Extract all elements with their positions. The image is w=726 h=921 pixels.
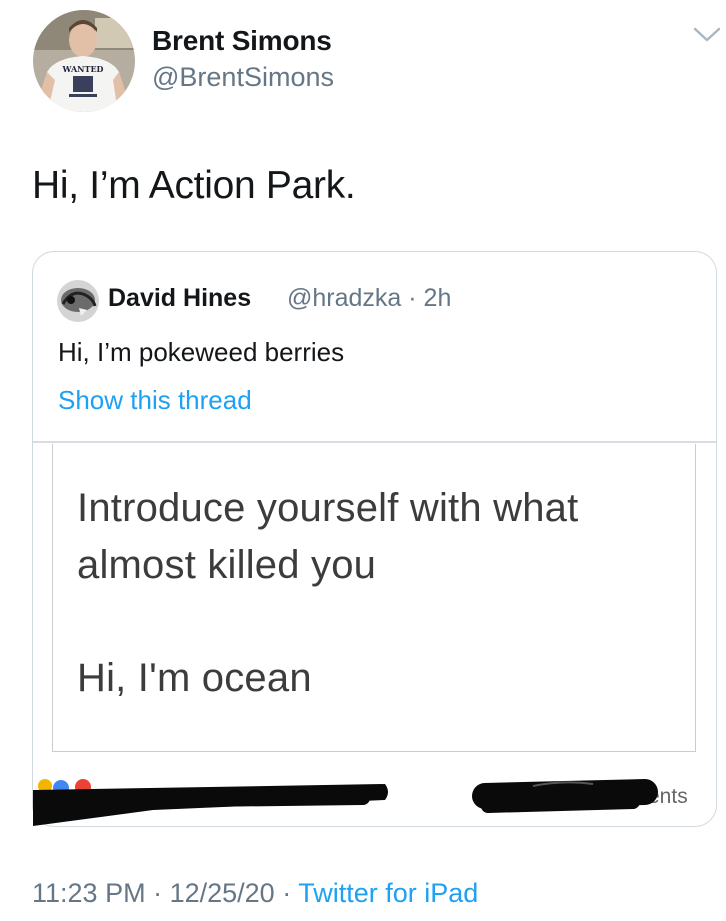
avatar-shirt-text: WANTED — [62, 64, 104, 74]
embedded-prompt-line: Introduce yourself with what — [77, 486, 579, 530]
show-thread-link[interactable]: Show this thread — [58, 384, 252, 416]
tweet-date[interactable]: 12/25/20 — [170, 878, 275, 908]
author-avatar[interactable]: WANTED — [33, 10, 135, 112]
quoted-handle-time[interactable]: @hradzka · 2h — [287, 283, 451, 313]
author-handle[interactable]: @BrentSimons — [152, 60, 334, 94]
client-link[interactable]: Twitter for iPad — [298, 878, 478, 908]
quote-media-divider — [33, 441, 716, 443]
tweet-footer: 11:23 PM · 12/25/20 · Twitter for iPad — [32, 876, 478, 910]
quoted-tweet-text: Hi, I’m pokeweed berries — [58, 337, 345, 367]
footer-separator: · — [145, 878, 170, 908]
embedded-prompt-line: almost killed you — [77, 543, 377, 587]
chevron-down-icon[interactable] — [692, 24, 722, 46]
quoted-author-name[interactable]: David Hines — [108, 283, 251, 313]
tweet-time[interactable]: 11:23 PM — [32, 878, 146, 908]
embedded-prompt-text: Introduce yourself with what almost kill… — [77, 480, 578, 594]
tweet-text: Hi, I’m Action Park. — [32, 164, 356, 207]
redaction-scribble — [26, 760, 716, 826]
quoted-author-avatar[interactable] — [57, 280, 99, 322]
footer-separator: · — [274, 878, 299, 908]
author-display-name[interactable]: Brent Simons — [152, 24, 332, 58]
embedded-reply-text: Hi, I'm ocean — [77, 656, 312, 700]
